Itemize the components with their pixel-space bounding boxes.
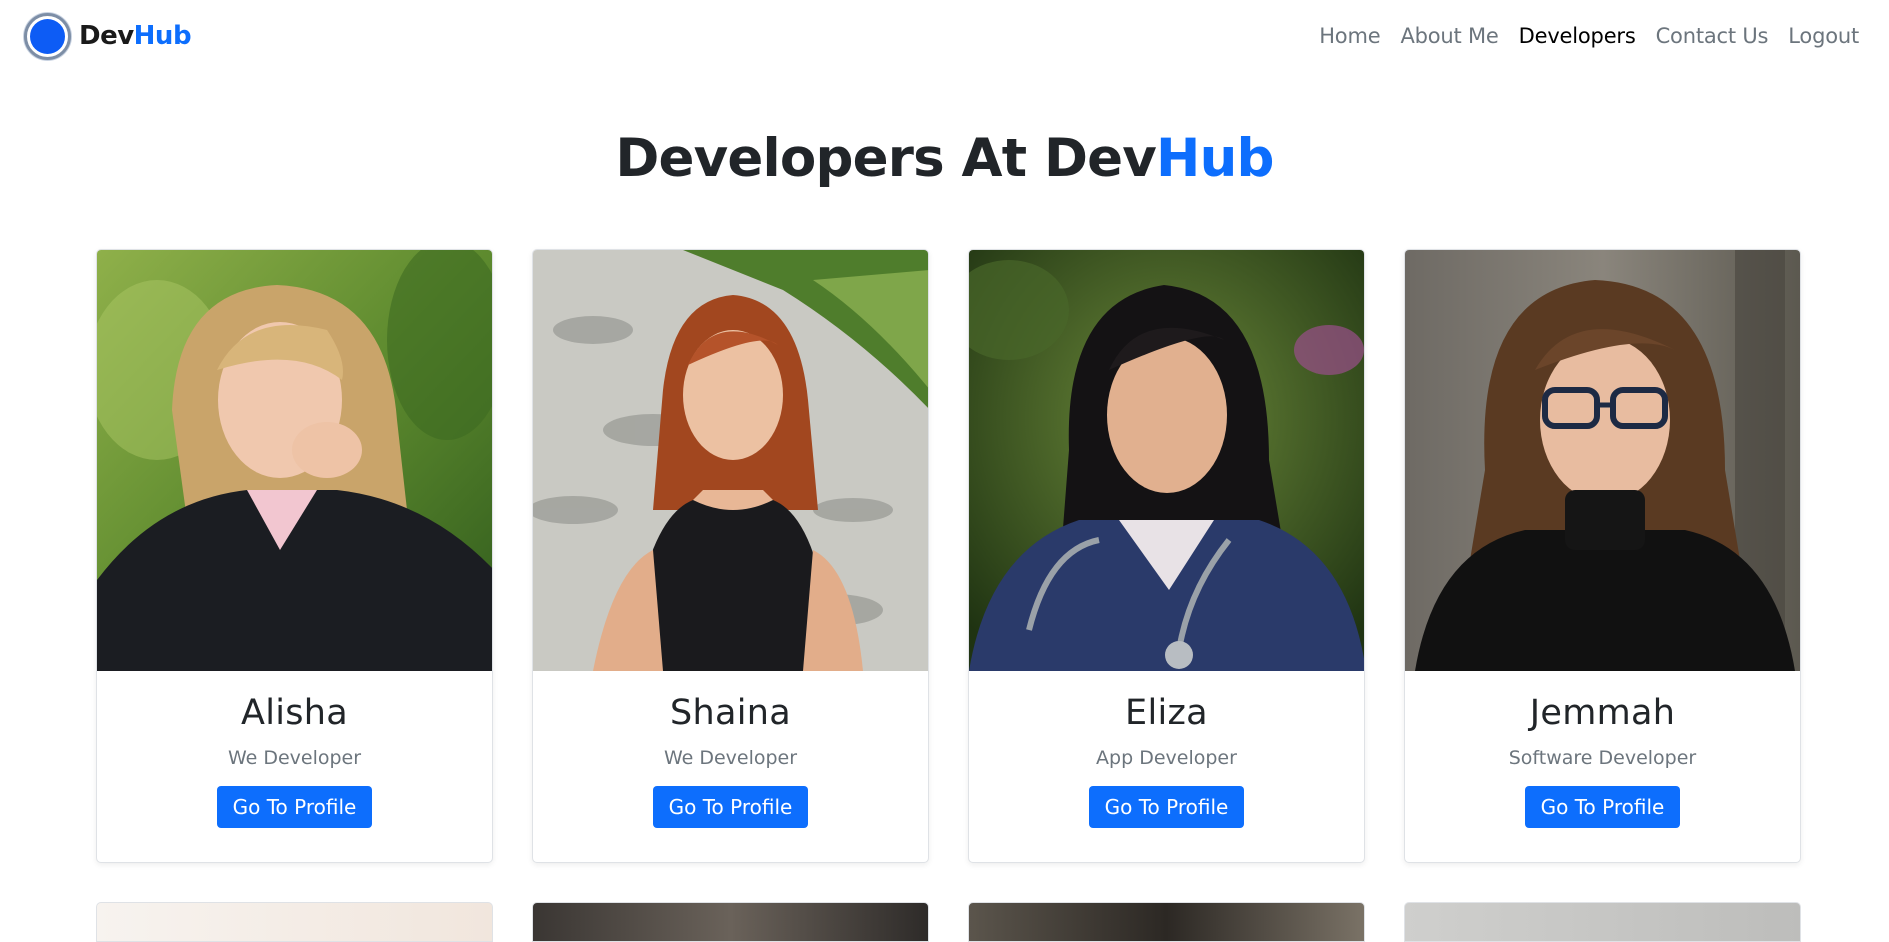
developer-card-partial [96,902,493,942]
logo-circle-icon [24,12,71,60]
nav-link-home[interactable]: Home [1319,24,1380,48]
developer-role: We Developer [227,747,362,769]
developer-role: Software Developer [1508,747,1697,769]
developer-role: We Developer [663,747,798,769]
nav-link-developers[interactable]: Developers [1519,24,1636,48]
developer-photo [1405,250,1800,671]
card-body: Alisha We Developer Go To Profile [97,693,492,828]
card-body: Shaina We Developer Go To Profile [533,693,928,828]
developer-card: Jemmah Software Developer Go To Profile [1404,249,1801,863]
developer-photo [533,250,928,671]
card-body: Jemmah Software Developer Go To Profile [1405,693,1800,828]
developer-role: App Developer [1096,747,1237,769]
nav-link-about-me[interactable]: About Me [1400,24,1498,48]
developer-photo [97,250,492,671]
brand-dev: Dev [79,21,134,51]
developer-card-partial [532,902,929,942]
page-title-prefix: Developers At Dev [615,128,1157,189]
developer-photo [969,250,1364,671]
developer-name: Eliza [1125,693,1208,733]
developer-name: Alisha [240,693,349,733]
developer-card-partial [968,902,1365,942]
developer-card-partial [1404,902,1801,942]
go-to-profile-button[interactable]: Go To Profile [1088,786,1245,828]
go-to-profile-button[interactable]: Go To Profile [652,786,809,828]
developer-name: Shaina [669,693,791,733]
nav-link-logout[interactable]: Logout [1788,24,1859,48]
card-body: Eliza App Developer Go To Profile [969,693,1364,828]
page-title: Developers At DevHub [0,128,1889,189]
brand-hub: Hub [133,21,192,51]
developer-card: Eliza App Developer Go To Profile [968,249,1365,863]
go-to-profile-button[interactable]: Go To Profile [1524,786,1681,828]
brand-name: DevHub [79,21,192,51]
developer-card: Alisha We Developer Go To Profile [96,249,493,863]
developer-card: Shaina We Developer Go To Profile [532,249,929,863]
go-to-profile-button[interactable]: Go To Profile [216,786,373,828]
nav-links: Home About Me Developers Contact Us Logo… [1319,24,1865,48]
nav-link-contact-us[interactable]: Contact Us [1656,24,1769,48]
page-title-highlight: Hub [1156,128,1274,189]
developer-name: Jemmah [1529,693,1676,733]
navbar: DevHub Home About Me Developers Contact … [0,0,1889,72]
brand-logo-link[interactable]: DevHub [24,12,192,60]
